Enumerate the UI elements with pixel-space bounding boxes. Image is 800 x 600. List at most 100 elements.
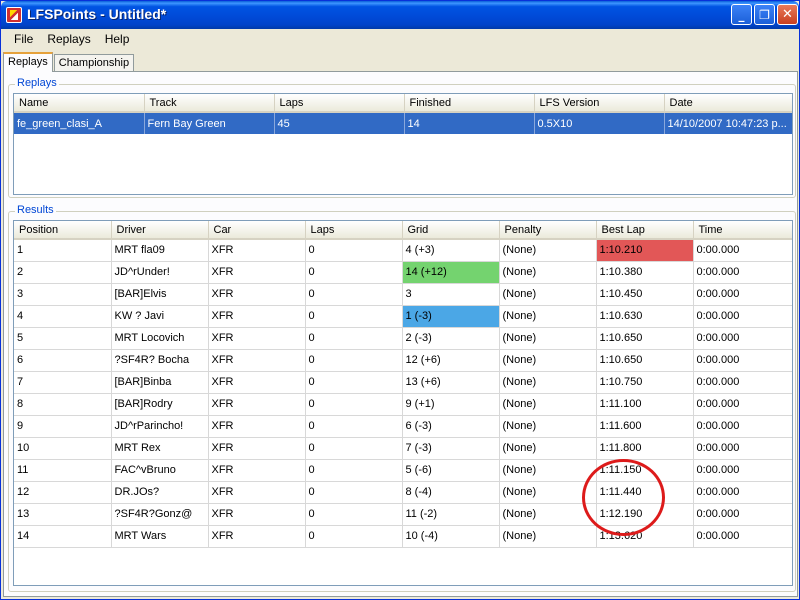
result-position: 3: [14, 283, 112, 306]
result-grid: 2 (-3): [402, 327, 500, 350]
table-row[interactable]: 8 [BAR]Rodry XFR 0 9 (+1) (None) 1:11.100 0:00.…: [14, 393, 792, 416]
col-header-position[interactable]: Position: [14, 221, 112, 240]
menu-help[interactable]: Help: [98, 32, 137, 46]
title-bar[interactable]: LFSPoints - Untitled* _ ❐ ✕: [1, 1, 799, 29]
result-laps: 0: [305, 261, 403, 284]
minimize-icon: _: [738, 7, 745, 22]
result-best-lap: 1:10.650: [596, 349, 694, 372]
col-header-name[interactable]: Name: [14, 94, 145, 113]
replays-list[interactable]: Name Track Laps Finished LFS Version Dat…: [13, 93, 793, 195]
table-row[interactable]: 13 ?SF4R?Gonz@ XFR 0 11 (-2) (None) 1:12.190 0:…: [14, 503, 792, 526]
result-position: 11: [14, 459, 112, 482]
result-driver: [BAR]Elvis: [111, 283, 209, 306]
col-header-car[interactable]: Car: [208, 221, 306, 240]
table-row[interactable]: 5 MRT Locovich XFR 0 2 (-3) (None) 1:10.650 0:0…: [14, 327, 792, 350]
replay-row-selected[interactable]: fe_green_clasi_A Fern Bay Green 45 14 0.…: [14, 112, 792, 134]
col-header-driver[interactable]: Driver: [111, 221, 209, 240]
col-header-finished[interactable]: Finished: [404, 94, 535, 113]
table-row[interactable]: 9 JD^rParincho! XFR 0 6 (-3) (None) 1:11.600 0:…: [14, 415, 792, 438]
result-grid: 8 (-4): [402, 481, 500, 504]
result-laps: 0: [305, 305, 403, 328]
results-list[interactable]: Position Driver Car Laps Grid Penalty Be…: [13, 220, 793, 586]
menu-replays[interactable]: Replays: [40, 32, 97, 46]
col-header-track[interactable]: Track: [144, 94, 275, 113]
result-grid: 7 (-3): [402, 437, 500, 460]
result-penalty: (None): [499, 437, 597, 460]
result-laps: 0: [305, 393, 403, 416]
result-time: 0:00.000: [693, 327, 792, 350]
result-best-lap: 1:10.750: [596, 371, 694, 394]
table-row[interactable]: 6 ?SF4R? Bocha XFR 0 12 (+6) (None) 1:10.650 0:…: [14, 349, 792, 372]
replay-finished: 14: [404, 112, 535, 134]
col-header-penalty[interactable]: Penalty: [499, 221, 597, 240]
result-time: 0:00.000: [693, 283, 792, 306]
table-row[interactable]: 12 DR.JOs? XFR 0 8 (-4) (None) 1:11.440 0:00.00…: [14, 481, 792, 504]
result-grid: 14 (+12): [402, 261, 500, 284]
result-penalty: (None): [499, 239, 597, 262]
result-time: 0:00.000: [693, 525, 792, 548]
result-car: XFR: [208, 371, 306, 394]
result-car: XFR: [208, 393, 306, 416]
replays-header-row: Name Track Laps Finished LFS Version Dat…: [14, 94, 792, 113]
close-button[interactable]: ✕: [777, 4, 798, 25]
result-driver: JD^rParincho!: [111, 415, 209, 438]
table-row[interactable]: 7 [BAR]Binba XFR 0 13 (+6) (None) 1:10.750 0:00…: [14, 371, 792, 394]
result-position: 12: [14, 481, 112, 504]
result-grid: 10 (-4): [402, 525, 500, 548]
col-header-grid[interactable]: Grid: [402, 221, 500, 240]
result-laps: 0: [305, 415, 403, 438]
result-time: 0:00.000: [693, 349, 792, 372]
col-header-date[interactable]: Date: [664, 94, 792, 113]
results-header-row: Position Driver Car Laps Grid Penalty Be…: [14, 221, 792, 240]
table-row[interactable]: 4 KW ? Javi XFR 0 1 (-3) (None) 1:10.630 0:00.0…: [14, 305, 792, 328]
result-grid: 4 (+3): [402, 239, 500, 262]
result-time: 0:00.000: [693, 261, 792, 284]
col-header-laps[interactable]: Laps: [274, 94, 405, 113]
result-position: 6: [14, 349, 112, 372]
table-row[interactable]: 11 FAC^vBruno XFR 0 5 (-6) (None) 1:11.150 0:00…: [14, 459, 792, 482]
replay-date: 14/10/2007 10:47:23 p...: [664, 112, 792, 134]
result-time: 0:00.000: [693, 459, 792, 482]
result-grid: 13 (+6): [402, 371, 500, 394]
tab-replays[interactable]: Replays: [3, 52, 53, 72]
result-best-lap: 1:10.380: [596, 261, 694, 284]
result-penalty: (None): [499, 371, 597, 394]
table-row[interactable]: 1 MRT fla09 XFR 0 4 (+3) (None) 1:10.210 0:00.0…: [14, 239, 792, 262]
result-penalty: (None): [499, 327, 597, 350]
minimize-button[interactable]: _: [731, 4, 752, 25]
result-driver: JD^rUnder!: [111, 261, 209, 284]
maximize-button[interactable]: ❐: [754, 4, 775, 25]
result-laps: 0: [305, 349, 403, 372]
result-best-lap: 1:11.600: [596, 415, 694, 438]
result-driver: ?SF4R? Bocha: [111, 349, 209, 372]
result-position: 5: [14, 327, 112, 350]
result-grid: 11 (-2): [402, 503, 500, 526]
table-row[interactable]: 3 [BAR]Elvis XFR 0 3 (None) 1:10.450 0:00.000: [14, 283, 792, 306]
col-header-lfs-version[interactable]: LFS Version: [534, 94, 665, 113]
col-header-laps[interactable]: Laps: [305, 221, 403, 240]
tab-championship[interactable]: Championship: [53, 54, 135, 72]
result-best-lap: 1:11.800: [596, 437, 694, 460]
result-grid: 9 (+1): [402, 393, 500, 416]
result-penalty: (None): [499, 393, 597, 416]
result-time: 0:00.000: [693, 437, 792, 460]
menu-file[interactable]: File: [7, 32, 40, 46]
result-car: XFR: [208, 327, 306, 350]
result-position: 14: [14, 525, 112, 548]
restore-icon: ❐: [759, 7, 770, 22]
result-penalty: (None): [499, 459, 597, 482]
result-position: 9: [14, 415, 112, 438]
col-header-best-lap[interactable]: Best Lap: [596, 221, 694, 240]
result-laps: 0: [305, 437, 403, 460]
table-row[interactable]: 2 JD^rUnder! XFR 0 14 (+12) (None) 1:10.380 0:0…: [14, 261, 792, 284]
table-row[interactable]: 10 MRT Rex XFR 0 7 (-3) (None) 1:11.800 0:00.00…: [14, 437, 792, 460]
result-car: XFR: [208, 261, 306, 284]
result-laps: 0: [305, 503, 403, 526]
result-time: 0:00.000: [693, 481, 792, 504]
replay-laps: 45: [274, 112, 405, 134]
results-group-label: Results: [15, 204, 56, 216]
table-row[interactable]: 14 MRT Wars XFR 0 10 (-4) (None) 1:13.620 0:00.…: [14, 525, 792, 548]
result-best-lap: 1:10.210: [596, 239, 694, 262]
replay-version: 0.5X10: [534, 112, 665, 134]
col-header-time[interactable]: Time: [693, 221, 792, 240]
